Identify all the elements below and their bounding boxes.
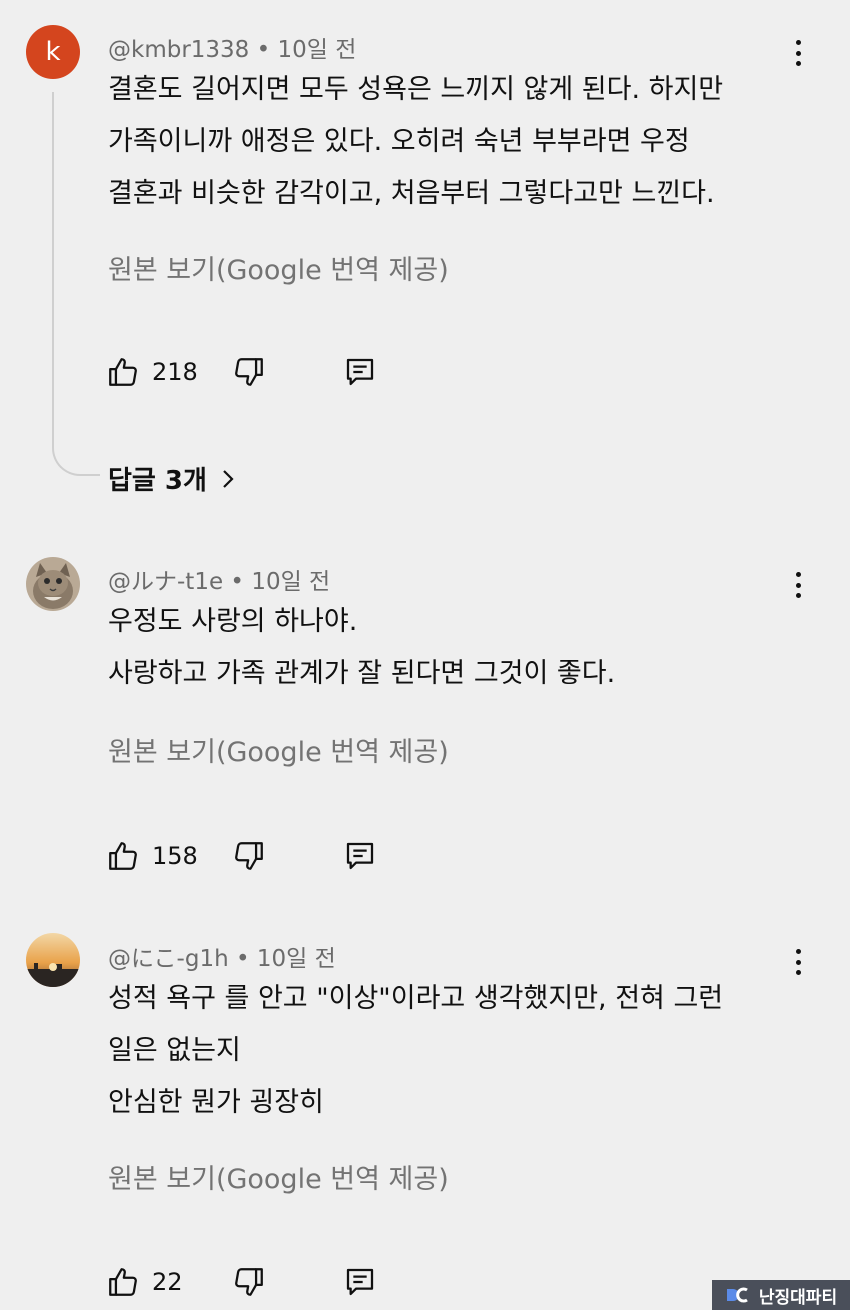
meta-separator: •	[256, 37, 278, 63]
show-original-link[interactable]: 원본 보기(Google 번역 제공)	[108, 1157, 449, 1196]
comment-actions: 158	[106, 836, 406, 876]
comment-actions: 218	[106, 352, 406, 392]
like-count: 22	[152, 1268, 183, 1296]
avatar[interactable]: k	[26, 25, 80, 79]
reply-button[interactable]	[344, 352, 376, 392]
meta-separator: •	[230, 569, 252, 595]
thumbs-down-icon	[235, 358, 263, 386]
comment-time: 10일 전	[251, 569, 331, 595]
like-button[interactable]: 218	[106, 352, 198, 392]
comment-line: 결혼도 길어지면 모두 성욕은 느끼지 않게 된다. 하지만	[108, 74, 724, 105]
comment-meta: @にこ-g1h • 10일 전	[108, 939, 336, 973]
show-original-link[interactable]: 원본 보기(Google 번역 제공)	[108, 248, 449, 287]
cat-avatar-image	[26, 557, 80, 611]
like-count: 218	[152, 358, 198, 386]
meta-separator: •	[235, 946, 257, 972]
thumbs-up-icon	[109, 358, 137, 386]
cat-avatar[interactable]	[26, 557, 80, 611]
show-original-link[interactable]: 원본 보기(Google 번역 제공)	[108, 730, 449, 769]
reply-button[interactable]	[344, 1262, 376, 1302]
dc-logo-icon	[726, 1287, 748, 1303]
comment-line: 우정도 사랑의 하나야.	[108, 606, 358, 637]
comment-line: 결혼과 비슷한 감각이고, 처음부터 그렇다고만 느낀다.	[108, 178, 715, 209]
dislike-button[interactable]	[232, 1262, 266, 1302]
comment-text: 우정도 사랑의 하나야. 사랑하고 가족 관계가 잘 된다면 그것이 좋다.	[108, 596, 808, 700]
like-button[interactable]: 22	[106, 1262, 183, 1302]
like-button[interactable]: 158	[106, 836, 198, 876]
dislike-button[interactable]	[232, 352, 266, 392]
sunset-avatar-image	[26, 933, 80, 987]
comment-author[interactable]: @ルナ-t1e	[108, 569, 223, 595]
comment-text: 성적 욕구 를 안고 "이상"이라고 생각했지만, 전혀 그런 일은 없는지 안…	[108, 973, 808, 1129]
reply-icon	[346, 842, 374, 870]
thumbs-down-icon	[235, 1268, 263, 1296]
view-replies-button[interactable]: 답글 3개	[108, 460, 235, 497]
comment-line: 일은 없는지	[108, 1035, 241, 1066]
reply-button[interactable]	[344, 836, 376, 876]
comment-meta: @kmbr1338 • 10일 전	[108, 30, 356, 64]
thumbs-up-icon	[109, 842, 137, 870]
thread-connector	[52, 92, 100, 476]
comment-line: 성적 욕구 를 안고 "이상"이라고 생각했지만, 전혀 그런	[108, 983, 724, 1014]
thumbs-down-icon	[235, 842, 263, 870]
replies-label: 답글 3개	[108, 466, 207, 496]
comment-text: 결혼도 길어지면 모두 성욕은 느끼지 않게 된다. 하지만 가족이니까 애정은…	[108, 64, 808, 220]
comment-actions: 22	[106, 1262, 406, 1302]
watermark-text: 난징대파티	[758, 1287, 838, 1308]
comment-line: 가족이니까 애정은 있다. 오히려 숙년 부부라면 우정	[108, 126, 690, 157]
comment-time: 10일 전	[256, 946, 336, 972]
avatar-letter: k	[45, 37, 61, 67]
sunset-avatar[interactable]	[26, 933, 80, 987]
reply-icon	[346, 358, 374, 386]
thumbs-up-icon	[109, 1268, 137, 1296]
watermark: 난징대파티	[712, 1280, 850, 1310]
comment-time: 10일 전	[277, 37, 357, 63]
comment-author[interactable]: @kmbr1338	[108, 37, 249, 63]
chevron-right-icon	[223, 469, 234, 488]
like-count: 158	[152, 842, 198, 870]
dislike-button[interactable]	[232, 836, 266, 876]
reply-icon	[346, 1268, 374, 1296]
comment-line: 안심한 뭔가 굉장히	[108, 1087, 324, 1118]
comment-meta: @ルナ-t1e • 10일 전	[108, 562, 330, 596]
comment-line: 사랑하고 가족 관계가 잘 된다면 그것이 좋다.	[108, 658, 616, 689]
comment-author[interactable]: @にこ-g1h	[108, 946, 229, 972]
